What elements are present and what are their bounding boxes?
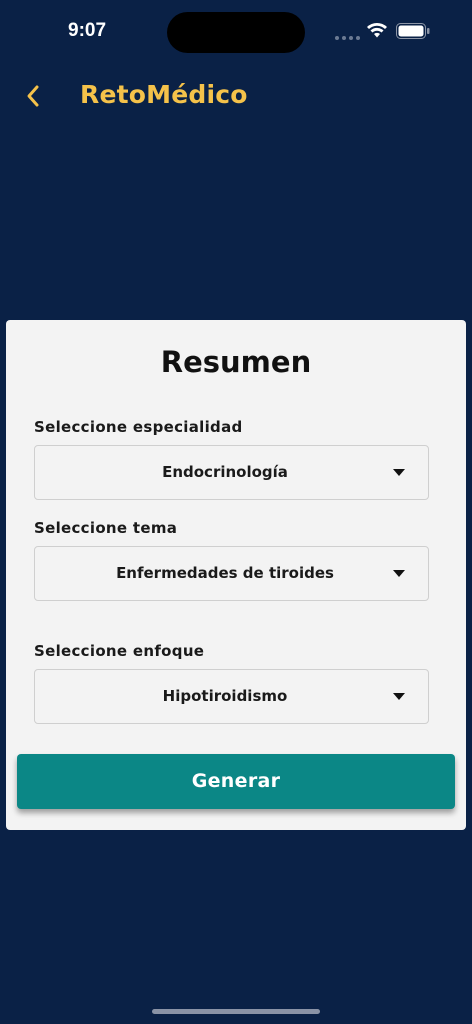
topic-label: Seleccione tema — [34, 519, 178, 537]
specialty-label: Seleccione especialidad — [34, 418, 243, 436]
cellular-signal-icon — [335, 36, 360, 40]
focus-value: Hipotiroidismo — [162, 687, 288, 705]
specialty-select[interactable]: Endocrinología — [34, 445, 429, 500]
dynamic-island — [167, 12, 305, 53]
generate-button[interactable]: Generar — [17, 754, 455, 809]
topic-select[interactable]: Enfermedades de tiroides — [34, 546, 429, 601]
status-time: 9:07 — [68, 20, 107, 41]
card-title: Resumen — [160, 345, 312, 379]
chevron-down-icon — [393, 469, 405, 476]
focus-select[interactable]: Hipotiroidismo — [34, 669, 429, 724]
app-title: RetoMédico — [80, 80, 248, 109]
chevron-down-icon — [393, 693, 405, 700]
home-indicator[interactable] — [152, 1009, 320, 1014]
topic-value: Enfermedades de tiroides — [116, 564, 334, 582]
wifi-icon — [367, 23, 387, 38]
chevron-left-icon — [27, 85, 39, 107]
focus-label: Seleccione enfoque — [34, 642, 205, 660]
battery-icon — [396, 23, 430, 39]
specialty-value: Endocrinología — [162, 463, 288, 481]
chevron-down-icon — [393, 570, 405, 577]
back-button[interactable] — [18, 80, 48, 112]
